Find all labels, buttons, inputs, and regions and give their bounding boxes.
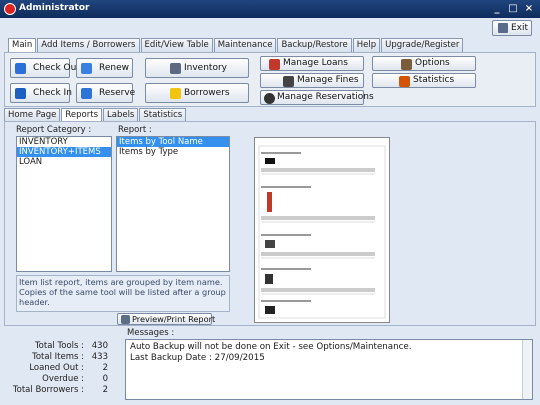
statistics-label: Statistics bbox=[413, 75, 455, 85]
list-item[interactable]: Items by Type bbox=[117, 147, 229, 157]
options-button[interactable]: Options bbox=[372, 56, 476, 71]
report-preview-thumbnail bbox=[254, 137, 390, 323]
print-icon bbox=[121, 315, 130, 324]
options-label: Options bbox=[415, 58, 450, 68]
manage-fines-button[interactable]: Manage Fines bbox=[260, 73, 364, 88]
statistics-button[interactable]: Statistics bbox=[372, 73, 476, 88]
stat-total-borrowers: Total Borrowers : 2 bbox=[0, 385, 108, 396]
main-tabs: Main Add Items / Borrowers Edit/View Tab… bbox=[8, 38, 464, 53]
borrowers-button[interactable]: Borrowers bbox=[145, 83, 249, 103]
app-window: Administrator _ □ × Exit Main Add Items … bbox=[0, 0, 540, 405]
report-description: Item list report, items are grouped by i… bbox=[16, 275, 230, 312]
stat-label: Total Tools : bbox=[34, 341, 84, 351]
exit-label: Exit bbox=[511, 23, 529, 33]
messages-box[interactable]: Auto Backup will not be done on Exit - s… bbox=[125, 339, 533, 400]
check-in-button[interactable]: Check In bbox=[10, 83, 72, 103]
stat-label: Loaned Out : bbox=[29, 363, 84, 373]
inventory-button[interactable]: Inventory bbox=[145, 58, 249, 78]
renew-icon bbox=[81, 63, 92, 74]
stat-total-items: Total Items : 433 bbox=[0, 352, 108, 363]
check-in-label: Check In bbox=[33, 88, 72, 98]
main-toolbar-panel: Check Out Renew Inventory Manage Loans O… bbox=[4, 52, 536, 107]
messages-scrollbar[interactable] bbox=[522, 340, 532, 399]
reserve-icon bbox=[81, 88, 92, 99]
tab-labels[interactable]: Labels bbox=[103, 108, 139, 122]
statistics-icon bbox=[399, 76, 410, 87]
list-item[interactable]: LOAN bbox=[17, 157, 111, 167]
exit-button[interactable]: Exit bbox=[492, 20, 532, 36]
sub-tabs: Home Page Reports Labels Statistics bbox=[4, 108, 187, 123]
list-item[interactable]: Items by Tool Name bbox=[117, 137, 229, 147]
manage-loans-icon bbox=[269, 59, 280, 70]
stat-label: Total Borrowers : bbox=[12, 385, 84, 395]
stat-loaned-out: Loaned Out : 2 bbox=[0, 363, 108, 374]
messages-label: Messages : bbox=[127, 328, 175, 338]
title-bar: Administrator _ □ × bbox=[0, 0, 540, 18]
manage-reservations-label: Manage Reservations bbox=[277, 92, 374, 102]
check-out-icon bbox=[15, 63, 26, 74]
report-preview-image bbox=[258, 145, 386, 319]
manage-reservations-icon bbox=[264, 93, 275, 104]
tab-statistics[interactable]: Statistics bbox=[139, 108, 187, 122]
inventory-icon bbox=[170, 63, 181, 74]
manage-loans-label: Manage Loans bbox=[283, 58, 348, 68]
report-category-list[interactable]: INVENTORY INVENTORY+ITEMS LOAN bbox=[16, 136, 112, 272]
reserve-label: Reserve bbox=[99, 88, 136, 98]
maximize-icon[interactable]: □ bbox=[506, 2, 520, 15]
manage-fines-icon bbox=[283, 76, 294, 87]
options-icon bbox=[401, 59, 412, 70]
preview-print-label: Preview/Print Report bbox=[132, 314, 216, 324]
check-out-label: Check Out bbox=[33, 63, 80, 73]
manage-fines-label: Manage Fines bbox=[297, 75, 359, 85]
tab-edit-view-table[interactable]: Edit/View Table bbox=[140, 38, 213, 52]
report-category-label: Report Category : bbox=[16, 125, 92, 135]
tab-backup-restore[interactable]: Backup/Restore bbox=[277, 38, 352, 52]
check-in-icon bbox=[15, 88, 26, 99]
tab-maintenance[interactable]: Maintenance bbox=[213, 38, 277, 52]
exit-icon bbox=[498, 23, 508, 33]
stat-label: Total Items : bbox=[32, 352, 84, 362]
stat-label: Overdue : bbox=[42, 374, 84, 384]
message-line: Auto Backup will not be done on Exit - s… bbox=[130, 342, 412, 352]
renew-label: Renew bbox=[99, 63, 129, 73]
stat-value: 0 bbox=[102, 374, 108, 384]
tab-main[interactable]: Main bbox=[8, 38, 37, 53]
check-out-button[interactable]: Check Out bbox=[10, 58, 80, 78]
renew-button[interactable]: Renew bbox=[76, 58, 133, 78]
stat-value: 433 bbox=[91, 352, 108, 362]
tab-upgrade-register[interactable]: Upgrade/Register bbox=[381, 38, 464, 52]
inventory-label: Inventory bbox=[184, 63, 227, 73]
manage-loans-button[interactable]: Manage Loans bbox=[260, 56, 364, 71]
tab-help[interactable]: Help bbox=[352, 38, 381, 52]
tab-home-page[interactable]: Home Page bbox=[4, 108, 61, 122]
borrowers-label: Borrowers bbox=[184, 88, 230, 98]
manage-reservations-button[interactable]: Manage Reservations bbox=[260, 90, 374, 105]
preview-print-button[interactable]: Preview/Print Report bbox=[117, 313, 216, 325]
minimize-icon[interactable]: _ bbox=[490, 2, 504, 15]
tab-add-items-borrowers[interactable]: Add Items / Borrowers bbox=[37, 38, 140, 52]
stat-value: 430 bbox=[91, 341, 108, 351]
window-title: Administrator bbox=[19, 3, 90, 13]
report-label: Report : bbox=[118, 125, 152, 135]
borrowers-icon bbox=[170, 88, 181, 99]
list-item[interactable]: INVENTORY bbox=[17, 137, 111, 147]
stat-overdue: Overdue : 0 bbox=[0, 374, 108, 385]
stat-total-tools: Total Tools : 430 bbox=[0, 341, 108, 352]
stat-value: 2 bbox=[102, 363, 108, 373]
stat-value: 2 bbox=[102, 385, 108, 395]
close-icon[interactable]: × bbox=[522, 2, 536, 15]
report-list[interactable]: Items by Tool Name Items by Type bbox=[116, 136, 230, 272]
app-icon bbox=[4, 3, 16, 15]
message-line: Last Backup Date : 27/09/2015 bbox=[130, 353, 265, 363]
list-item[interactable]: INVENTORY+ITEMS bbox=[17, 147, 111, 157]
reserve-button[interactable]: Reserve bbox=[76, 83, 136, 103]
